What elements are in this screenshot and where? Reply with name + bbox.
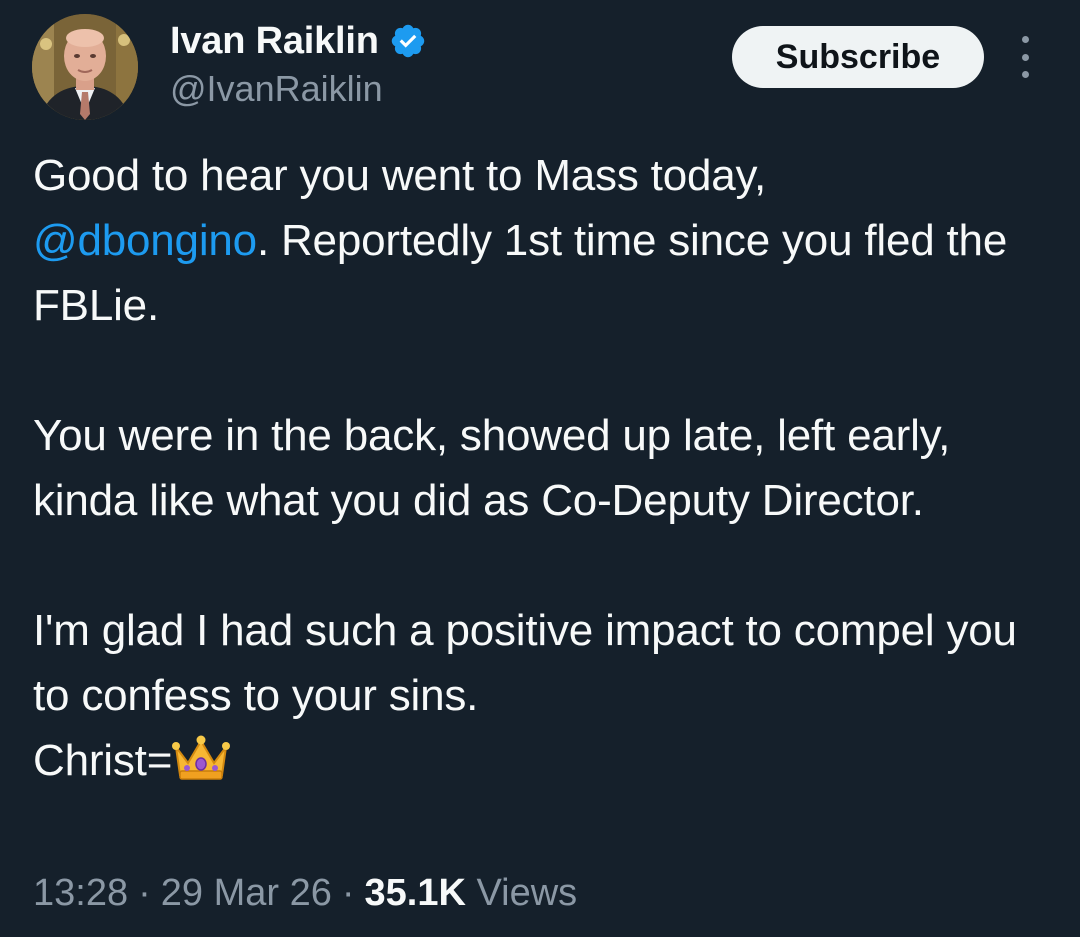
tweet-paragraph-2: You were in the back, showed up late, le… (33, 411, 951, 525)
verified-badge-icon[interactable] (389, 22, 427, 60)
tweet-paragraph-4: Christ= (33, 728, 1053, 793)
tweet-paragraph-3: I'm glad I had such a positive impact to… (33, 606, 1017, 720)
display-name[interactable]: Ivan Raiklin (170, 20, 379, 63)
tweet-text-segment: Good to hear you went to Mass today, (33, 151, 767, 200)
avatar-image (32, 14, 138, 120)
tweet-date[interactable]: 29 Mar 26 (161, 872, 332, 914)
tweet: Ivan Raiklin @IvanRaiklin Subscribe Good… (0, 0, 1080, 937)
separator: · (341, 872, 355, 914)
more-vertical-icon (1021, 71, 1029, 78)
tweet-text: Good to hear you went to Mass today, @db… (33, 143, 1053, 793)
crown-icon (172, 733, 231, 783)
views-label: Views (476, 872, 578, 914)
more-vertical-icon (1021, 53, 1029, 61)
more-options-button[interactable] (1010, 36, 1040, 78)
views-count[interactable]: 35.1K (365, 872, 466, 914)
tweet-time[interactable]: 13:28 (33, 872, 128, 914)
subscribe-button[interactable]: Subscribe (732, 26, 984, 88)
author-name-row[interactable]: Ivan Raiklin (170, 16, 427, 66)
tweet-meta: 13:28 · 29 Mar 26 · 35.1K Views (33, 872, 577, 915)
tweet-text-segment: Christ= (33, 736, 173, 785)
avatar[interactable] (32, 14, 138, 120)
author-handle[interactable]: @IvanRaiklin (170, 68, 383, 110)
tweet-paragraph-1: Good to hear you went to Mass today, @db… (33, 143, 1053, 338)
separator: · (138, 872, 151, 914)
mention-link[interactable]: @dbongino (33, 216, 257, 265)
more-vertical-icon (1021, 36, 1029, 43)
